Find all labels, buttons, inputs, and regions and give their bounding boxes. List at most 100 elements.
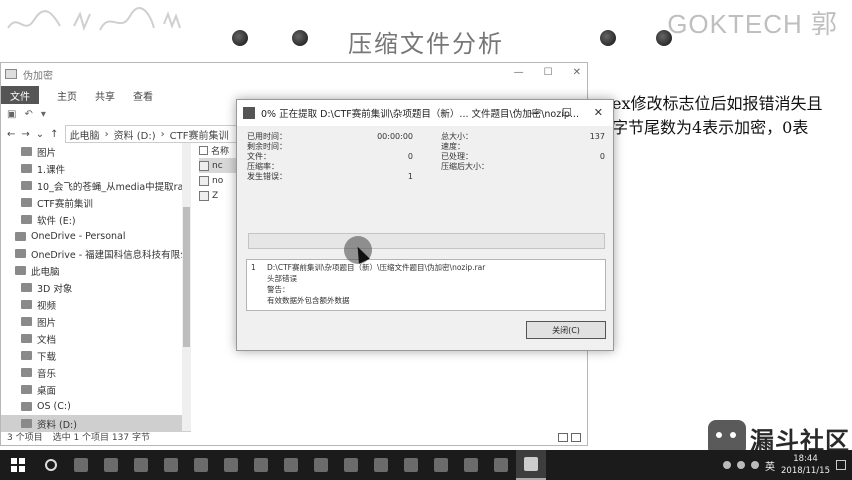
sidebar-item[interactable]: 下载 <box>1 347 191 364</box>
taskbar-app[interactable] <box>306 450 336 480</box>
sidebar-item-label: OneDrive - 福建国科信息科技有限公司临 <box>31 249 191 261</box>
sidebar-item[interactable]: OS (C:) <box>1 398 191 415</box>
sidebar-item[interactable]: 软件 (E:) <box>1 211 191 228</box>
column-header-name[interactable]: 名称 <box>199 143 239 158</box>
chevron-right-icon: › <box>160 128 165 140</box>
minimize-icon[interactable]: — <box>529 106 540 119</box>
maximize-button[interactable]: ☐ <box>544 67 553 78</box>
undo-icon[interactable]: ↶ <box>24 109 32 120</box>
taskbar-app[interactable] <box>456 450 486 480</box>
taskbar-app[interactable] <box>426 450 456 480</box>
file-row[interactable]: Z <box>199 188 239 203</box>
minimize-button[interactable]: — <box>514 67 524 78</box>
close-button[interactable]: ✕ <box>573 67 581 78</box>
stat-value: 1 <box>407 171 413 181</box>
maximize-icon[interactable]: ☐ <box>562 106 572 119</box>
taskbar-app[interactable] <box>126 450 156 480</box>
app-icon <box>404 458 418 472</box>
save-icon[interactable]: ▣ <box>7 109 16 120</box>
close-dialog-button[interactable]: 关闭(C) <box>526 321 606 339</box>
breadcrumb-item[interactable]: 资料 (D:) <box>114 127 156 142</box>
sidebar-item[interactable]: 图片 <box>1 143 191 160</box>
start-button[interactable] <box>0 450 36 480</box>
message-line: 有效数据外包含额外数据 <box>267 296 350 305</box>
folder-icon <box>164 458 178 472</box>
sidebar-item[interactable]: OneDrive - 福建国科信息科技有限公司临 <box>1 245 191 262</box>
sidebar-item[interactable]: 10_会飞的苍蝇_从media中提取rar <box>1 177 191 194</box>
sidebar-item-label: 文档 <box>37 334 57 346</box>
file-row[interactable]: nc <box>199 158 239 173</box>
tab-share[interactable]: 共享 <box>95 88 115 103</box>
sidebar-item[interactable]: CTF赛前集训 <box>1 194 191 211</box>
extraction-progress-dialog[interactable]: 0% 正在提取 D:\CTF赛前集训\杂项题目（新）... 文件题目\伪加密\n… <box>236 99 614 351</box>
sidebar-item[interactable]: 图片 <box>1 313 191 330</box>
clock-time: 18:44 <box>793 454 818 464</box>
checkbox-icon[interactable] <box>199 146 208 155</box>
taskbar-app[interactable] <box>276 450 306 480</box>
taskbar-app[interactable] <box>246 450 276 480</box>
breadcrumb-item[interactable]: CTF赛前集训 <box>170 127 229 142</box>
tab-home[interactable]: 主页 <box>57 88 77 103</box>
taskbar-app[interactable] <box>66 450 96 480</box>
notification-icon[interactable] <box>836 460 846 470</box>
tab-view[interactable]: 查看 <box>133 88 153 103</box>
folder-icon <box>21 283 32 292</box>
folder-icon <box>15 266 26 275</box>
sidebar-item[interactable]: OneDrive - Personal <box>1 228 191 245</box>
volume-icon[interactable] <box>751 461 759 469</box>
scrollbar-thumb[interactable] <box>183 207 190 347</box>
system-tray: 英 18:44 2018/11/15 <box>723 450 846 480</box>
folder-icon <box>21 419 32 428</box>
tray-icon[interactable] <box>723 461 731 469</box>
details-view-icon[interactable] <box>558 433 568 442</box>
note-line: 该字节尾数为4表示加密，0表 <box>596 118 809 137</box>
navigation-pane: 图片 1.课件 10_会飞的苍蝇_从media中提取rar CTF赛前集训软件 (E:… <box>1 143 191 432</box>
taskbar-app[interactable] <box>156 450 186 480</box>
stat-row: 压缩后大小： <box>237 160 615 172</box>
taskbar-app[interactable] <box>486 450 516 480</box>
app-icon <box>494 458 508 472</box>
sidebar-item-label: 1.课件 <box>37 164 66 176</box>
folder-icon <box>15 249 26 258</box>
back-arrow-icon[interactable]: ← <box>7 129 15 140</box>
taskbar-app[interactable] <box>336 450 366 480</box>
sidebar-item[interactable]: 桌面 <box>1 381 191 398</box>
folder-icon <box>21 368 32 377</box>
search-button[interactable] <box>36 450 66 480</box>
network-icon[interactable] <box>737 461 745 469</box>
app-icon <box>134 458 148 472</box>
file-row[interactable]: no <box>199 173 239 188</box>
chevron-down-icon[interactable]: ⌄ <box>36 129 44 140</box>
input-method-indicator[interactable]: 英 <box>765 458 775 473</box>
sidebar-item[interactable]: 视频 <box>1 296 191 313</box>
sidebar-item[interactable]: 文档 <box>1 330 191 347</box>
taskbar-app[interactable] <box>186 450 216 480</box>
taskbar-app[interactable] <box>396 450 426 480</box>
breadcrumb-item[interactable]: 此电脑 <box>70 127 100 142</box>
message-list[interactable]: 1 D:\CTF赛前集训\杂项题目（新）\压缩文件题目\伪加密\nozip.ra… <box>246 259 606 311</box>
taskbar-app[interactable] <box>96 450 126 480</box>
up-arrow-icon[interactable]: ↑ <box>50 129 58 140</box>
taskbar-app-winrar[interactable] <box>516 450 546 480</box>
close-icon[interactable]: ✕ <box>594 106 603 119</box>
sidebar-item[interactable]: 音乐 <box>1 364 191 381</box>
search-icon <box>45 459 57 471</box>
large-icons-view-icon[interactable] <box>571 433 581 442</box>
nav-scrollbar[interactable] <box>182 143 191 431</box>
sidebar-item-label: 桌面 <box>37 385 57 397</box>
archive-file-icon <box>199 160 209 171</box>
dialog-window-controls: — ☐ ✕ <box>529 106 603 119</box>
forward-arrow-icon[interactable]: → <box>21 129 29 140</box>
taskbar-app[interactable] <box>216 450 246 480</box>
sidebar-item[interactable]: 此电脑 <box>1 262 191 279</box>
explorer-titlebar[interactable]: 伪加密 <box>1 63 587 85</box>
clock[interactable]: 18:44 2018/11/15 <box>781 453 830 477</box>
sidebar-item-label: 软件 (E:) <box>37 215 76 227</box>
taskbar-app[interactable] <box>366 450 396 480</box>
sidebar-item[interactable]: 1.课件 <box>1 160 191 177</box>
sidebar-item[interactable]: 3D 对象 <box>1 279 191 296</box>
tab-file[interactable]: 文件 <box>1 86 39 104</box>
chevron-down-icon[interactable]: ▾ <box>41 109 46 120</box>
app-icon <box>284 458 298 472</box>
stat-label: 压缩后大小： <box>441 161 489 171</box>
